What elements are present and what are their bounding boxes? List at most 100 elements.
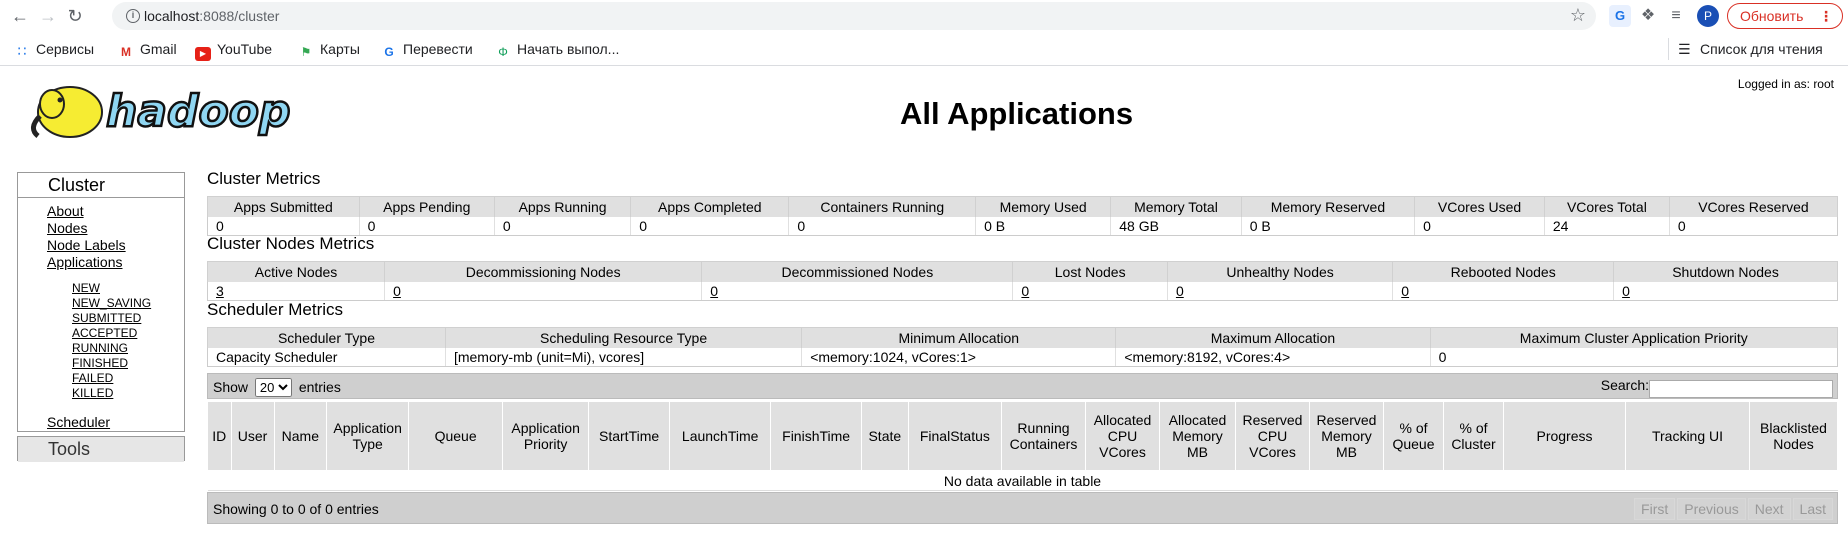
profile-avatar[interactable]: P xyxy=(1697,5,1719,27)
table-row: 3 0 0 0 0 0 0 xyxy=(206,281,1838,301)
table-row: Capacity Scheduler [memory-mb (unit=Mi),… xyxy=(207,347,1839,367)
app-state-links: NEW NEW_SAVING SUBMITTED ACCEPTED RUNNIN… xyxy=(72,281,151,401)
column-header-blacklisted-nodes[interactable]: Blacklisted Nodes xyxy=(1749,401,1838,471)
state-link-new-saving[interactable]: NEW_SAVING xyxy=(72,296,151,311)
state-link-finished[interactable]: FINISHED xyxy=(72,356,151,371)
column-header-percent-cluster[interactable]: % of Cluster xyxy=(1443,401,1504,471)
column-header-allocated-cpu[interactable]: Allocated CPU VCores xyxy=(1085,401,1160,471)
bookmark-translate[interactable]: G Перевести xyxy=(381,41,472,59)
metric-value: [memory-mb (unit=Mi), vcores] xyxy=(444,347,802,367)
column-header-state[interactable]: State xyxy=(860,401,909,471)
forward-arrow-icon[interactable]: → xyxy=(37,5,59,27)
state-link-killed[interactable]: KILLED xyxy=(72,386,151,401)
reading-list-icon: ☰ xyxy=(1678,41,1691,57)
address-bar[interactable]: i localhost:8088/cluster ☆ xyxy=(112,2,1596,30)
media-queue-icon[interactable]: ≡ xyxy=(1665,5,1687,27)
metric-value: 0 xyxy=(701,281,1013,301)
table-header-row: ID User Name Application Type Queue Appl… xyxy=(207,401,1838,471)
hadoop-logo[interactable]: hadoop xyxy=(18,76,318,148)
column-header: Unhealthy Nodes xyxy=(1166,261,1394,282)
sidebar-cluster-panel: Cluster About Nodes Node Labels Applicat… xyxy=(17,172,185,432)
state-link-failed[interactable]: FAILED xyxy=(72,371,151,386)
column-header: VCores Used xyxy=(1414,196,1545,217)
reading-list-button[interactable]: ☰ Список для чтения xyxy=(1678,41,1823,58)
column-header-priority[interactable]: Application Priority xyxy=(502,401,590,471)
pager-first-button[interactable]: First xyxy=(1634,498,1676,520)
column-header-reserved-memory[interactable]: Reserved Memory MB xyxy=(1309,401,1384,471)
column-header-running-containers[interactable]: Running Containers xyxy=(1001,401,1086,471)
column-header-allocated-memory[interactable]: Allocated Memory MB xyxy=(1159,401,1236,471)
sidebar-tools-header[interactable]: Tools xyxy=(18,437,184,462)
column-header-user[interactable]: User xyxy=(230,401,275,471)
sidebar-cluster-header[interactable]: Cluster xyxy=(18,173,184,198)
unhealthy-nodes-link[interactable]: 0 xyxy=(1176,283,1184,299)
column-header-application-type[interactable]: Application Type xyxy=(326,401,410,471)
column-header-start-time[interactable]: StartTime xyxy=(588,401,671,471)
extensions-puzzle-icon[interactable]: ❖ xyxy=(1637,5,1659,27)
column-header-finish-time[interactable]: FinishTime xyxy=(770,401,862,471)
column-header-tracking-ui[interactable]: Tracking UI xyxy=(1625,401,1750,471)
state-link-running[interactable]: RUNNING xyxy=(72,341,151,356)
page-size-control: Show 20 entries xyxy=(213,378,341,397)
bookmark-star-icon[interactable]: ☆ xyxy=(1570,5,1586,26)
sidebar-item-about[interactable]: About xyxy=(47,203,151,220)
metric-value: <memory:8192, vCores:4> xyxy=(1115,347,1431,367)
bookmark-start[interactable]: Φ Начать выпол... xyxy=(495,41,619,59)
column-header-name[interactable]: Name xyxy=(273,401,328,471)
google-translate-extension-icon[interactable]: G xyxy=(1609,5,1631,27)
site-info-icon[interactable]: i xyxy=(126,9,140,23)
decommissioning-nodes-link[interactable]: 0 xyxy=(393,283,401,299)
bookmark-gmail[interactable]: M Gmail xyxy=(118,41,177,59)
column-header: Scheduling Resource Type xyxy=(444,327,803,348)
pager-next-button[interactable]: Next xyxy=(1747,498,1791,520)
column-header-progress[interactable]: Progress xyxy=(1503,401,1626,471)
sidebar-item-nodes[interactable]: Nodes xyxy=(47,220,151,237)
column-header-queue[interactable]: Queue xyxy=(408,401,504,471)
sidebar-item-scheduler[interactable]: Scheduler xyxy=(47,414,151,431)
url-text[interactable]: localhost:8088/cluster xyxy=(144,8,279,24)
active-nodes-link[interactable]: 3 xyxy=(216,283,224,299)
bookmark-maps[interactable]: ⚑ Карты xyxy=(298,41,360,59)
state-link-new[interactable]: NEW xyxy=(72,281,151,296)
pager-last-button[interactable]: Last xyxy=(1792,498,1833,520)
column-header: Apps Pending xyxy=(358,196,495,217)
column-header-id[interactable]: ID xyxy=(207,401,232,471)
page-size-select[interactable]: 20 xyxy=(254,378,292,397)
scheduler-metrics-title: Scheduler Metrics xyxy=(207,300,344,319)
column-header: Apps Completed xyxy=(630,196,790,217)
column-header-launch-time[interactable]: LaunchTime xyxy=(669,401,772,471)
bookmark-youtube[interactable]: ▶ YouTube xyxy=(195,41,272,61)
lost-nodes-link[interactable]: 0 xyxy=(1021,283,1029,299)
update-button[interactable]: Обновить ⋮ xyxy=(1727,3,1843,29)
column-header: VCores Reserved xyxy=(1668,196,1839,217)
state-link-submitted[interactable]: SUBMITTED xyxy=(72,311,151,326)
metric-value: 0 xyxy=(1414,216,1545,236)
column-header-reserved-cpu[interactable]: Reserved CPU VCores xyxy=(1235,401,1310,471)
column-header: Lost Nodes xyxy=(1012,261,1168,282)
rebooted-nodes-link[interactable]: 0 xyxy=(1401,283,1409,299)
shutdown-nodes-link[interactable]: 0 xyxy=(1622,283,1630,299)
bookmark-services[interactable]: ∷ Сервисы xyxy=(14,41,94,58)
page-title: All Applications xyxy=(900,96,1134,131)
state-link-accepted[interactable]: ACCEPTED xyxy=(72,326,151,341)
column-header: Maximum Cluster Application Priority xyxy=(1429,327,1839,348)
sidebar-item-applications[interactable]: Applications xyxy=(47,254,151,271)
column-header: Apps Submitted xyxy=(207,196,360,217)
maps-icon: ⚑ xyxy=(300,45,312,59)
back-arrow-icon[interactable]: ← xyxy=(9,5,31,27)
column-header: Decommissioning Nodes xyxy=(384,261,703,282)
table-header-row: Apps Submitted Apps Pending Apps Running… xyxy=(207,196,1839,217)
search-input[interactable] xyxy=(1649,379,1833,398)
column-header-percent-queue[interactable]: % of Queue xyxy=(1383,401,1444,471)
sidebar-item-node-labels[interactable]: Node Labels xyxy=(47,237,151,254)
pagination: First Previous Next Last xyxy=(1632,498,1833,520)
pager-previous-button[interactable]: Previous xyxy=(1677,498,1746,520)
metric-value: 0 xyxy=(1392,281,1614,301)
column-header: VCores Total xyxy=(1543,196,1670,217)
menu-dots-icon[interactable]: ⋮ xyxy=(1819,4,1833,28)
decommissioned-nodes-link[interactable]: 0 xyxy=(710,283,718,299)
logo-wordmark: hadoop xyxy=(106,86,290,137)
reload-icon[interactable]: ↻ xyxy=(64,5,86,27)
column-header-final-status[interactable]: FinalStatus xyxy=(907,401,1003,471)
phi-icon: Φ xyxy=(498,45,508,59)
